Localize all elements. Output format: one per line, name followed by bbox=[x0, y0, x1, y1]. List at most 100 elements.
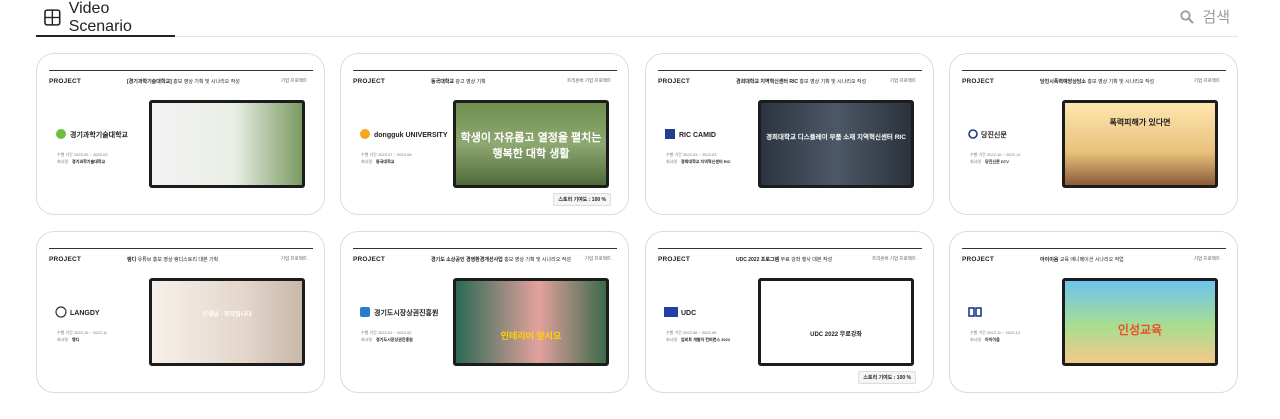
page-header: Video Scenario 검색 bbox=[36, 0, 1238, 37]
divider bbox=[49, 70, 313, 71]
category-label: 기업 프로젝트 bbox=[280, 78, 307, 83]
project-period: 수행 기간 2022.06 ~ 2022.06 bbox=[666, 330, 717, 335]
video-thumbnail: 인테리어 앞서요 bbox=[453, 278, 609, 366]
card-slide: PROJECT 경기도 소상공인 경영환경개선사업 홍보 영상 기획 및 시나리… bbox=[353, 246, 617, 380]
divider bbox=[353, 248, 617, 249]
client-name: 회사명 경기과학기술대학교 bbox=[57, 159, 106, 164]
project-period: 수행 기간 2022.10 ~ 2022.11 bbox=[57, 330, 108, 335]
client-name: 회사명 경기도시장상권진흥원 bbox=[361, 337, 413, 342]
thumbnail-caption: 선생님 · 부모입니다 bbox=[202, 312, 252, 318]
project-label: PROJECT bbox=[353, 256, 386, 263]
project-label: PROJECT bbox=[962, 256, 995, 263]
logo-icon bbox=[55, 128, 67, 142]
client-name: 회사명 당진신문 DTV bbox=[970, 159, 1009, 164]
logo-icon bbox=[359, 128, 371, 142]
card-title: 랭디 유튜브 홍보 영상 랭디스토리 대본 기획 bbox=[127, 257, 219, 263]
card-title: 동국대학교 광고 영상 기획 bbox=[431, 79, 486, 85]
divider bbox=[658, 248, 922, 249]
category-label: 트리온버 기업 프로젝트 bbox=[872, 256, 916, 261]
video-thumbnail: 인성교육 bbox=[1062, 278, 1218, 366]
project-label: PROJECT bbox=[962, 78, 995, 85]
project-card[interactable]: PROJECT 경희대학교 지역혁신센터 RIC 홍보 영상 기획 및 시나리오… bbox=[645, 53, 934, 215]
client-name: 회사명 동국대학교 bbox=[361, 159, 395, 164]
project-label: PROJECT bbox=[353, 78, 386, 85]
divider bbox=[49, 248, 313, 249]
client-name: 회사명 경희대학교 지역혁신센터 RIC bbox=[666, 159, 731, 164]
project-label: PROJECT bbox=[658, 256, 691, 263]
divider bbox=[962, 70, 1226, 71]
card-slide: PROJECT 당진시폭력예방상담소 홍보 영상 기획 및 시나리오 작성 기업… bbox=[962, 68, 1226, 202]
client-logo: 경기과학기술대학교 bbox=[55, 126, 128, 144]
thumbnail-caption: 경희대학교 디스플레이 부품 소재 지역혁신센터 RIC bbox=[766, 134, 906, 141]
project-card[interactable]: PROJECT 경기도 소상공인 경영환경개선사업 홍보 영상 기획 및 시나리… bbox=[340, 231, 629, 393]
project-label: PROJECT bbox=[49, 78, 82, 85]
divider bbox=[658, 70, 922, 71]
card-slide: PROJECT 랭디 유튜브 홍보 영상 랭디스토리 대본 기획 기업 프로젝트… bbox=[49, 246, 313, 380]
video-thumbnail: 경희대학교 디스플레이 부품 소재 지역혁신센터 RIC bbox=[758, 100, 914, 188]
card-slide: PROJECT 동국대학교 광고 영상 기획 트리온버 기업 프로젝트 dong… bbox=[353, 68, 617, 206]
search-icon bbox=[1180, 9, 1195, 24]
project-period: 수행 기간 2022.11 ~ 2022.12 bbox=[970, 330, 1021, 335]
video-thumbnail: 선생님 · 부모입니다 bbox=[149, 278, 305, 366]
category-label: 기업 프로젝트 bbox=[1193, 78, 1220, 83]
category-label: 기업 프로젝트 bbox=[280, 256, 307, 261]
logo-icon bbox=[55, 306, 67, 320]
logo-icon bbox=[664, 128, 676, 142]
video-thumbnail bbox=[149, 100, 305, 188]
card-title: 아이이음 교육 애니메이션 시나리오 작업 bbox=[1040, 257, 1124, 263]
category-label: 트리온버 기업 프로젝트 bbox=[567, 78, 611, 83]
client-logo: RIC CAMID bbox=[664, 126, 716, 144]
card-slide: PROJECT 아이이음 교육 애니메이션 시나리오 작업 기업 프로젝트 수행… bbox=[962, 246, 1226, 380]
card-title: 경기도 소상공인 경영환경개선사업 홍보 영상 기획 및 시나리오 작성 bbox=[431, 257, 571, 263]
client-logo bbox=[968, 304, 985, 322]
logo-icon bbox=[968, 307, 982, 319]
client-logo: 경기도시장상권진흥원 bbox=[359, 304, 438, 322]
tab-video-scenario[interactable]: Video Scenario bbox=[36, 0, 175, 37]
project-card[interactable]: PROJECT UDC 2022 프로그램 무료 강좌 행사 대본 작성 트리온… bbox=[645, 231, 934, 393]
logo-icon bbox=[359, 306, 371, 320]
client-logo: dongguk UNIVERSITY bbox=[359, 126, 448, 144]
client-name: 회사명 랭디 bbox=[57, 337, 80, 342]
project-period: 수행 기간 2023.03 ~ 2023.03 bbox=[666, 152, 717, 157]
client-logo: 당진신문 bbox=[968, 126, 1007, 144]
thumbnail-caption: UDC 2022 무료강좌 bbox=[810, 332, 862, 338]
tab-label: Video Scenario bbox=[68, 0, 132, 35]
project-period: 수행 기간 2022.10 ~ 2022.12 bbox=[970, 152, 1021, 157]
project-period: 수행 기간 2023.07 ~ 2023.08 bbox=[361, 152, 412, 157]
card-title: UDC 2022 프로그램 무료 강좌 행사 대본 작성 bbox=[736, 257, 833, 263]
contribution-badge: 스토리 기여도 : 100 % bbox=[553, 193, 611, 206]
project-card[interactable]: PROJECT 동국대학교 광고 영상 기획 트리온버 기업 프로젝트 dong… bbox=[340, 53, 629, 215]
client-logo: LANGDY bbox=[55, 304, 100, 322]
client-logo: UDC bbox=[664, 304, 696, 322]
grid-icon bbox=[44, 9, 61, 26]
search-placeholder: 검색 bbox=[1202, 9, 1230, 26]
card-slide: PROJECT [경기과학기술대학교] 홍보 영상 기획 및 시나리오 작성 기… bbox=[49, 68, 313, 202]
project-card[interactable]: PROJECT 랭디 유튜브 홍보 영상 랭디스토리 대본 기획 기업 프로젝트… bbox=[36, 231, 325, 393]
card-title: 경희대학교 지역혁신센터 RIC 홍보 영상 기획 및 시나리오 작성 bbox=[736, 79, 867, 85]
category-label: 기업 프로젝트 bbox=[1193, 256, 1220, 261]
logo-icon bbox=[968, 129, 978, 141]
logo-icon bbox=[664, 307, 678, 319]
video-thumbnail: 폭력피해가 있다면 bbox=[1062, 100, 1218, 188]
project-card[interactable]: PROJECT 아이이음 교육 애니메이션 시나리오 작업 기업 프로젝트 수행… bbox=[949, 231, 1238, 393]
project-label: PROJECT bbox=[658, 78, 691, 85]
client-name: 회사명 아이이음 bbox=[970, 337, 1000, 342]
video-thumbnail: UDC 2022 무료강좌 bbox=[758, 278, 914, 366]
category-label: 기업 프로젝트 bbox=[889, 78, 916, 83]
project-card[interactable]: PROJECT [경기과학기술대학교] 홍보 영상 기획 및 시나리오 작성 기… bbox=[36, 53, 325, 215]
client-name: 회사명 업비트 개발자 컨퍼런스 2022 bbox=[666, 337, 731, 342]
card-slide: PROJECT 경희대학교 지역혁신센터 RIC 홍보 영상 기획 및 시나리오… bbox=[658, 68, 922, 202]
project-period: 수행 기간 2023.02 ~ 2023.03 bbox=[57, 152, 108, 157]
card-title: [경기과학기술대학교] 홍보 영상 기획 및 시나리오 작성 bbox=[127, 79, 240, 85]
contribution-badge: 스토리 기여도 : 100 % bbox=[858, 371, 916, 384]
card-title: 당진시폭력예방상담소 홍보 영상 기획 및 시나리오 작성 bbox=[1040, 79, 1155, 85]
divider bbox=[353, 70, 617, 71]
thumbnail-caption: 학생이 자유롭고 열정을 펼치는 행복한 대학 생활 bbox=[460, 132, 602, 160]
search-box[interactable]: 검색 bbox=[1180, 6, 1230, 27]
project-period: 수행 기간 2023.01 ~ 2023.02 bbox=[361, 330, 412, 335]
category-label: 기업 프로젝트 bbox=[584, 256, 611, 261]
video-thumbnail: 학생이 자유롭고 열정을 펼치는 행복한 대학 생활 bbox=[453, 100, 609, 188]
project-label: PROJECT bbox=[49, 256, 82, 263]
thumbnail-caption: 인테리어 앞서요 bbox=[500, 331, 562, 341]
project-card[interactable]: PROJECT 당진시폭력예방상담소 홍보 영상 기획 및 시나리오 작성 기업… bbox=[949, 53, 1238, 215]
